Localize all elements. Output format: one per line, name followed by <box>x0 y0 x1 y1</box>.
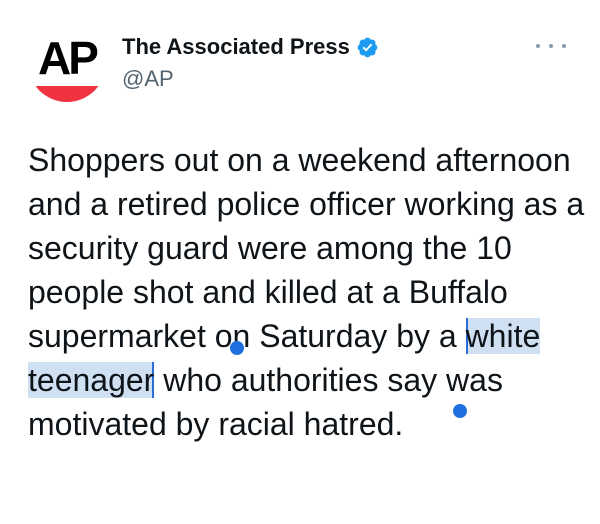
display-name[interactable]: The Associated Press <box>122 34 350 60</box>
more-dot <box>549 44 553 48</box>
verified-badge-icon <box>357 37 378 57</box>
author-name-row[interactable]: The Associated Press <box>122 34 379 60</box>
logo-red-band <box>28 86 106 102</box>
selection-end-handle[interactable] <box>453 404 467 418</box>
ap-logo: AP <box>38 32 99 84</box>
tweet-text[interactable]: Shoppers out on a weekend afternoon and … <box>28 138 588 446</box>
more-horizontal-icon[interactable] <box>536 38 566 54</box>
more-dot <box>562 44 566 48</box>
avatar[interactable]: AP <box>28 24 106 102</box>
account-handle[interactable]: @AP <box>122 66 174 92</box>
selection-start-handle[interactable] <box>230 341 244 355</box>
more-dot <box>536 44 540 48</box>
